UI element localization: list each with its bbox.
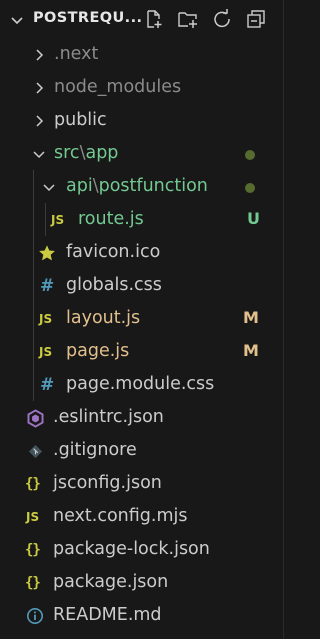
git-status-badge: M — [243, 308, 259, 327]
indent-guide — [33, 368, 34, 401]
tree-item-label: api\postfunction — [66, 176, 208, 196]
tree-item-label: src\app — [54, 143, 119, 163]
tree-item-readme[interactable]: README.md — [0, 599, 284, 632]
explorer-header[interactable]: POSTREQU... — [0, 0, 284, 40]
tree-item-label: .eslintrc.json — [53, 407, 164, 427]
tree-item-label: .next — [54, 44, 99, 64]
git-status-badge: U — [247, 209, 260, 228]
indent-guide — [45, 203, 46, 236]
git-status-badge: M — [243, 341, 259, 360]
eslint-icon — [25, 408, 45, 428]
tree-item-label: favicon.ico — [66, 242, 161, 262]
chevron-right-icon[interactable] — [31, 47, 47, 63]
tree-item-globals-css[interactable]: # globals.css — [0, 269, 284, 302]
collapse-all-icon[interactable] — [245, 8, 267, 30]
info-icon — [25, 606, 45, 626]
chevron-down-icon[interactable] — [9, 12, 25, 28]
tree-item-label: jsconfig.json — [53, 473, 162, 493]
explorer-panel: POSTREQU... .next node_modules public sr… — [0, 0, 284, 639]
refresh-icon[interactable] — [211, 8, 233, 30]
tree-item-api-postfunction[interactable]: api\postfunction — [0, 170, 284, 203]
tree-item-page-module-css[interactable]: # page.module.css — [0, 368, 284, 401]
javascript-file-icon: JS — [26, 510, 40, 524]
tree-item-label: package.json — [53, 572, 169, 592]
tree-item-next-config[interactable]: JS next.config.mjs — [0, 500, 284, 533]
tree-item-package-lock[interactable]: {} package-lock.json — [0, 533, 284, 566]
tree-item-label: node_modules — [54, 77, 182, 97]
json-file-icon: {} — [25, 542, 41, 558]
tree-item-src-app[interactable]: src\app — [0, 137, 284, 170]
new-file-icon[interactable] — [143, 8, 165, 30]
tree-item-label: README.md — [53, 605, 162, 625]
chevron-down-icon[interactable] — [31, 146, 47, 162]
tree-item-next[interactable]: .next — [0, 38, 284, 71]
tree-item-gitignore[interactable]: .gitignore — [0, 434, 284, 467]
tree-item-page-js[interactable]: JS page.js M — [0, 335, 284, 368]
css-file-icon: # — [40, 375, 55, 395]
tree-item-label: page.module.css — [66, 374, 215, 394]
tree-item-label: globals.css — [66, 275, 162, 295]
tree-item-label: layout.js — [66, 308, 141, 328]
json-file-icon: {} — [25, 575, 41, 591]
workspace-title[interactable]: POSTREQU... — [33, 10, 143, 26]
untracked-dot-icon — [245, 150, 255, 160]
tree-item-label: next.config.mjs — [53, 506, 188, 526]
tree-item-label: page.js — [66, 341, 130, 361]
indent-guide — [33, 335, 34, 368]
untracked-dot-icon — [245, 183, 255, 193]
css-file-icon: # — [40, 276, 55, 296]
tree-item-layout-js[interactable]: JS layout.js M — [0, 302, 284, 335]
indent-guide — [33, 170, 34, 203]
chevron-right-icon[interactable] — [31, 80, 47, 96]
indent-guide — [33, 236, 34, 269]
tree-item-node-modules[interactable]: node_modules — [0, 71, 284, 104]
indent-guide — [33, 203, 34, 236]
tree-item-jsconfig[interactable]: {} jsconfig.json — [0, 467, 284, 500]
tree-item-public[interactable]: public — [0, 104, 284, 137]
tree-item-label: route.js — [78, 209, 144, 229]
json-file-icon: {} — [25, 476, 41, 492]
tree-item-eslintrc[interactable]: .eslintrc.json — [0, 401, 284, 434]
tree-item-label: .gitignore — [53, 440, 137, 460]
tree-item-label: package-lock.json — [53, 539, 210, 559]
chevron-right-icon[interactable] — [31, 113, 47, 129]
javascript-file-icon: JS — [39, 312, 53, 326]
tree-item-package-json[interactable]: {} package.json — [0, 566, 284, 599]
new-folder-icon[interactable] — [177, 8, 199, 30]
star-icon — [38, 243, 56, 263]
tree-item-favicon[interactable]: favicon.ico — [0, 236, 284, 269]
indent-guide — [33, 269, 34, 302]
git-icon — [27, 441, 43, 461]
javascript-file-icon: JS — [51, 213, 65, 227]
tree-item-route-js[interactable]: JS route.js U — [0, 203, 284, 236]
indent-guide — [33, 302, 34, 335]
tree-item-label: public — [54, 110, 107, 130]
chevron-down-icon[interactable] — [41, 179, 57, 195]
javascript-file-icon: JS — [39, 345, 53, 359]
